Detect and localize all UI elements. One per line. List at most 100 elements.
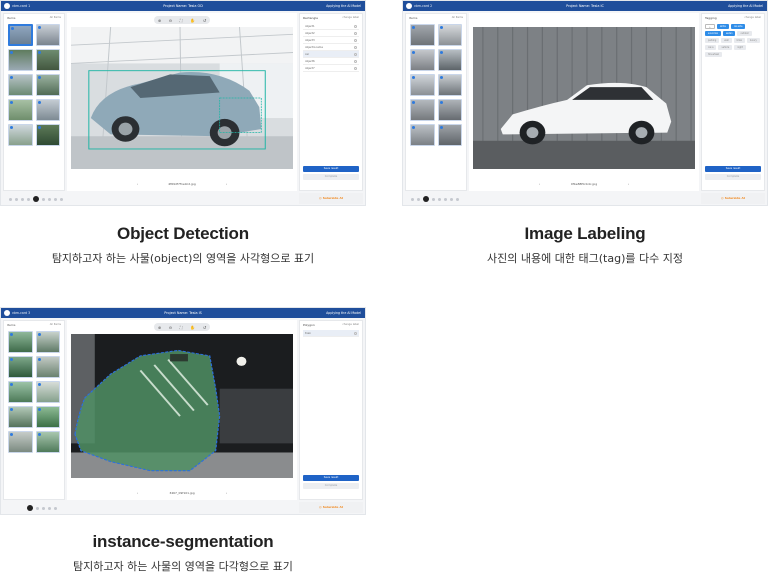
complete-button[interactable]: Complete [303, 483, 359, 489]
page-dot[interactable] [9, 197, 12, 201]
page-dot[interactable] [42, 197, 45, 201]
save-result-button[interactable]: Save result [303, 475, 359, 481]
thumbnail[interactable] [410, 74, 435, 96]
tag-chip[interactable]: suv-bmw [705, 31, 721, 36]
thumbnail[interactable] [437, 99, 462, 121]
thumbnail[interactable] [8, 381, 33, 403]
change-label-link[interactable]: change label [342, 323, 359, 326]
tag-chip[interactable]: vehicle [718, 45, 733, 50]
page-dot[interactable] [450, 197, 453, 201]
fit-icon[interactable]: ⛶ [180, 18, 183, 23]
thumbnail[interactable] [437, 24, 462, 46]
tag-chip[interactable]: wall [721, 38, 732, 43]
image-canvas[interactable] [71, 27, 293, 169]
thumbnail[interactable] [8, 124, 33, 146]
page-dot[interactable] [444, 197, 447, 201]
visibility-icon[interactable] [354, 53, 357, 56]
hand-icon[interactable]: ✋ [190, 18, 195, 23]
tag-chip[interactable]: outdoor [737, 31, 753, 36]
thumbnail[interactable] [35, 431, 60, 453]
page-dot[interactable] [417, 197, 420, 201]
zoom-in-icon[interactable]: ⊕ [158, 18, 161, 23]
thumbnail[interactable] [8, 74, 33, 96]
visibility-icon[interactable] [354, 25, 357, 28]
page-dot[interactable] [60, 197, 63, 201]
list-filter[interactable]: All Items [452, 16, 463, 19]
next-icon[interactable]: › [628, 182, 629, 186]
label-item[interactable]: object1 [303, 23, 359, 30]
page-dot[interactable] [48, 197, 51, 201]
tag-chip[interactable]: white [716, 24, 729, 29]
label-item[interactable]: object3 [303, 37, 359, 44]
page-dot[interactable] [48, 506, 51, 510]
image-canvas[interactable] [473, 27, 695, 169]
thumbnail[interactable] [437, 49, 462, 71]
thumbnail[interactable] [410, 99, 435, 121]
zoom-out-icon[interactable]: ⊖ [169, 18, 172, 23]
page-dot[interactable] [27, 197, 30, 201]
visibility-icon[interactable] [354, 32, 357, 35]
list-filter[interactable]: All Items [50, 16, 61, 19]
zoom-in-icon[interactable]: ⊕ [158, 325, 161, 330]
label-item[interactable]: object7 [303, 65, 359, 72]
thumbnail[interactable] [437, 74, 462, 96]
thumbnail[interactable] [8, 24, 33, 46]
thumbnail[interactable] [35, 406, 60, 428]
tag-chip[interactable]: car-side [730, 24, 746, 29]
tag-chip[interactable]: bmw [733, 38, 745, 43]
thumbnail[interactable] [8, 406, 33, 428]
thumbnail[interactable] [410, 49, 435, 71]
save-result-button[interactable]: Save result [303, 166, 359, 172]
complete-button[interactable]: Complete [303, 174, 359, 180]
image-canvas[interactable] [71, 334, 293, 478]
label-item-selected[interactable]: train [303, 330, 359, 337]
prev-icon[interactable]: ‹ [137, 491, 138, 495]
thumbnail[interactable] [410, 124, 435, 146]
complete-button[interactable]: Complete [705, 174, 761, 180]
page-dot[interactable] [456, 197, 459, 201]
fit-icon[interactable]: ⛶ [180, 325, 183, 330]
thumbnail[interactable] [8, 431, 33, 453]
label-item-selected[interactable]: car [303, 51, 359, 58]
thumbnail[interactable] [437, 124, 462, 146]
tag-chip[interactable]: night [734, 45, 746, 50]
tag-chip[interactable]: luxury [746, 38, 760, 43]
undo-icon[interactable]: ↺ [203, 325, 206, 330]
visibility-icon[interactable] [354, 46, 357, 49]
visibility-icon[interactable] [354, 39, 357, 42]
thumbnail[interactable] [35, 381, 60, 403]
label-item[interactable]: object4-name [303, 44, 359, 51]
page-dot[interactable] [432, 197, 435, 201]
page-dot[interactable] [36, 506, 39, 510]
page-dot-active[interactable] [423, 196, 429, 202]
apply-ai-model-link[interactable]: Applying the AI Model [326, 4, 361, 8]
undo-icon[interactable]: ↺ [203, 18, 206, 23]
page-dot[interactable] [42, 506, 45, 510]
thumbnail[interactable] [35, 124, 60, 146]
thumbnail[interactable] [410, 24, 435, 46]
page-dot[interactable] [15, 197, 18, 201]
tag-chip[interactable]: tire-wheel [705, 52, 722, 57]
label-item[interactable]: object2 [303, 30, 359, 37]
page-dot[interactable] [438, 197, 441, 201]
apply-ai-model-link[interactable]: Applying the AI Model [728, 4, 763, 8]
visibility-icon[interactable] [354, 67, 357, 70]
change-label-link[interactable]: change label [342, 16, 359, 19]
page-dot-active[interactable] [27, 505, 33, 511]
page-dot[interactable] [411, 197, 414, 201]
label-item[interactable]: object6 [303, 58, 359, 65]
prev-icon[interactable]: ‹ [137, 182, 138, 186]
hand-icon[interactable]: ✋ [190, 325, 195, 330]
next-icon[interactable]: › [226, 182, 227, 186]
visibility-icon[interactable] [354, 332, 357, 335]
apply-ai-model-link[interactable]: Applying the AI Model [326, 311, 361, 315]
visibility-icon[interactable] [354, 60, 357, 63]
page-dot[interactable] [54, 506, 57, 510]
page-dot[interactable] [21, 197, 24, 201]
prev-icon[interactable]: ‹ [539, 182, 540, 186]
thumbnail[interactable] [35, 24, 60, 46]
thumbnail[interactable] [8, 49, 33, 71]
thumbnail[interactable] [35, 74, 60, 96]
thumbnail[interactable] [35, 356, 60, 378]
zoom-out-icon[interactable]: ⊖ [169, 325, 172, 330]
